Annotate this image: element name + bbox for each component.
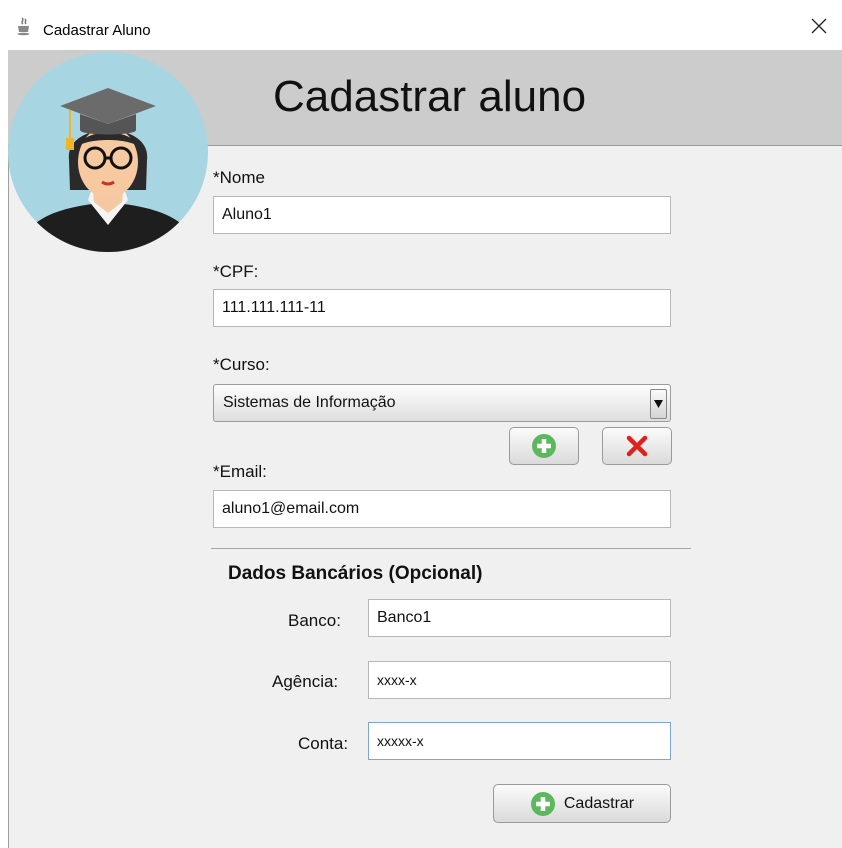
cpf-label: *CPF: <box>213 262 259 281</box>
triangle-down-icon <box>654 400 663 408</box>
cpf-input[interactable] <box>213 289 671 327</box>
bank-section-title: Dados Bancários (Opcional) <box>228 563 483 584</box>
dropdown-arrow-button[interactable] <box>650 389 667 419</box>
banco-label: Banco: <box>288 611 341 630</box>
cadastrar-button[interactable]: Cadastrar <box>493 784 671 823</box>
page-title: Cadastrar aluno <box>273 72 587 121</box>
nome-label: *Nome <box>213 168 265 187</box>
conta-input[interactable] <box>368 722 671 760</box>
nome-input[interactable] <box>213 196 671 234</box>
add-curso-button[interactable] <box>509 427 579 465</box>
java-cup-icon <box>17 17 30 36</box>
close-button[interactable] <box>796 8 842 44</box>
curso-selected-value: Sistemas de Informação <box>223 394 396 411</box>
plus-circle-icon <box>530 791 555 816</box>
plus-circle-icon <box>532 434 556 458</box>
section-divider <box>211 548 691 549</box>
window-title: Cadastrar Aluno <box>43 22 151 39</box>
email-label: *Email: <box>213 462 267 481</box>
curso-label: *Curso: <box>213 355 270 374</box>
curso-select[interactable]: Sistemas de Informação <box>213 384 671 422</box>
student-avatar <box>8 52 208 252</box>
email-input[interactable] <box>213 490 671 528</box>
cadastrar-label: Cadastrar <box>563 794 635 812</box>
window-titlebar: Cadastrar Aluno <box>0 0 842 50</box>
conta-label: Conta: <box>298 734 349 753</box>
red-x-icon <box>626 435 648 457</box>
remove-curso-button[interactable] <box>602 427 672 465</box>
agencia-label: Agência: <box>272 672 339 691</box>
agencia-input[interactable] <box>368 661 671 699</box>
banco-input[interactable] <box>368 599 671 637</box>
close-icon <box>811 18 827 34</box>
